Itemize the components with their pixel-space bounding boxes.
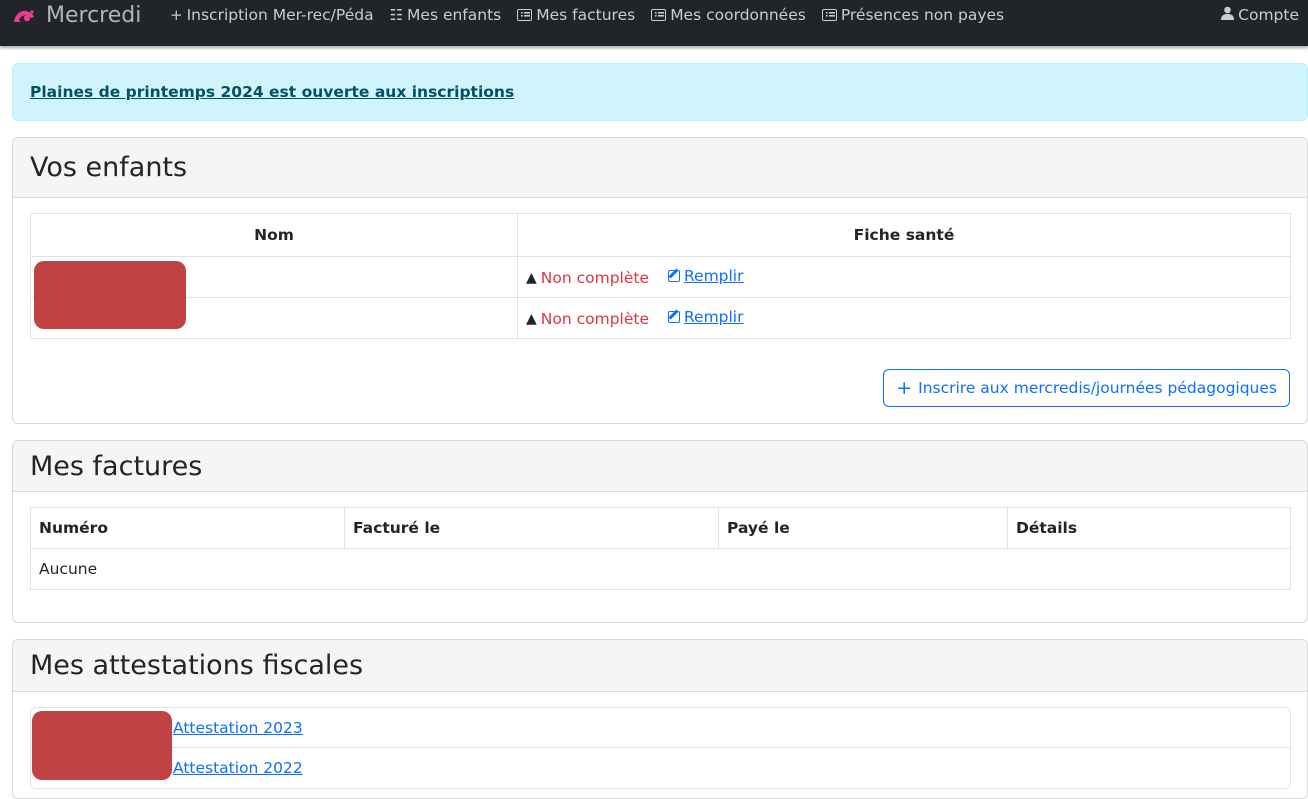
nav-inscription-label: Inscription Mer-rec/Péda xyxy=(186,6,374,24)
attestation-link[interactable]: Attestation 2022 xyxy=(173,759,303,777)
nav-mes-coordonnees[interactable]: Mes coordonnées xyxy=(651,6,806,24)
warning-icon: ▲ xyxy=(526,270,537,286)
col-paye-le: Payé le xyxy=(718,507,1008,549)
col-facture-le: Facturé le xyxy=(344,507,719,549)
invoices-card: Mes factures Numéro Facturé le Payé le D… xyxy=(12,440,1308,623)
col-nom: Nom xyxy=(30,213,518,257)
info-alert: Plaines de printemps 2024 est ouverte au… xyxy=(12,63,1308,121)
status-text: Non complète xyxy=(540,269,650,287)
edit-icon xyxy=(667,270,680,282)
children-card: Vos enfants Nom Fiche santé ▲ Non complè… xyxy=(12,137,1308,424)
children-table: Nom Fiche santé ▲ Non complète Remplir ▲ xyxy=(30,213,1291,339)
top-navbar: Mercredi + Inscription Mer-rec/Péda ☷ Me… xyxy=(0,0,1308,46)
col-details: Détails xyxy=(1007,507,1291,549)
table-row: ▲ Non complète Remplir xyxy=(30,297,1291,339)
nav-mes-enfants-label: Mes enfants xyxy=(407,6,502,24)
nav-presences-non-payes[interactable]: Présences non payes xyxy=(821,6,1005,24)
invoices-table: Numéro Facturé le Payé le Détails Aucune xyxy=(30,507,1291,590)
brand-link[interactable]: Mercredi xyxy=(12,0,141,30)
redacted-names xyxy=(32,711,172,780)
list-icon: ☷ xyxy=(389,5,404,24)
inscrire-label: Inscrire aux mercredis/journées pédagogi… xyxy=(918,379,1277,397)
nav-presences-label: Présences non payes xyxy=(840,6,1005,24)
remplir-label: Remplir xyxy=(683,308,744,326)
alert-link[interactable]: Plaines de printemps 2024 est ouverte au… xyxy=(30,83,514,101)
edit-icon xyxy=(667,311,680,323)
plus-icon: + xyxy=(170,5,183,24)
nav-mes-enfants[interactable]: ☷ Mes enfants xyxy=(390,6,502,24)
warning-icon: ▲ xyxy=(526,311,537,327)
account-label: Compte xyxy=(1238,6,1299,24)
table-list-icon xyxy=(517,9,533,21)
status-text: Non complète xyxy=(540,310,650,328)
nav-mes-coordonnees-label: Mes coordonnées xyxy=(670,6,806,24)
list-item: Attestation 2023 xyxy=(31,708,1290,748)
fiche-sante-cell: ▲ Non complète Remplir xyxy=(517,256,1291,298)
nav-mes-factures[interactable]: Mes factures xyxy=(517,6,635,24)
invoices-card-header: Mes factures xyxy=(13,441,1307,492)
table-row: Aucune xyxy=(30,548,1291,590)
col-numero: Numéro xyxy=(30,507,345,549)
table-list-icon xyxy=(821,9,837,21)
nav-mes-factures-label: Mes factures xyxy=(536,6,636,24)
children-card-header: Vos enfants xyxy=(13,138,1307,198)
invoices-title: Mes factures xyxy=(30,450,203,482)
user-icon xyxy=(1221,6,1235,24)
status-badge: ▲ Non complète xyxy=(526,310,649,328)
children-title: Vos enfants xyxy=(30,152,188,183)
attestations-title: Mes attestations fiscales xyxy=(30,650,364,681)
status-badge: ▲ Non complète xyxy=(526,269,649,287)
fiche-sante-cell: ▲ Non complète Remplir xyxy=(517,297,1291,339)
plus-icon: + xyxy=(896,376,913,399)
account-menu[interactable]: Compte xyxy=(1221,0,1299,30)
attestations-card: Mes attestations fiscales Attestation 20… xyxy=(12,639,1308,799)
brand-name: Mercredi xyxy=(46,2,142,28)
nav-inscription[interactable]: + Inscription Mer-rec/Péda xyxy=(170,6,374,24)
remplir-link[interactable]: Remplir xyxy=(667,267,744,285)
table-list-icon xyxy=(651,9,667,21)
nav-links: + Inscription Mer-rec/Péda ☷ Mes enfants… xyxy=(170,0,1020,30)
attestations-list: Attestation 2023 Attestation 2022 xyxy=(30,707,1291,789)
inscrire-button[interactable]: + Inscrire aux mercredis/journées pédago… xyxy=(883,369,1290,407)
redacted-names xyxy=(34,261,186,329)
remplir-link[interactable]: Remplir xyxy=(667,308,744,326)
empty-row: Aucune xyxy=(30,548,1291,590)
list-item: Attestation 2022 xyxy=(31,748,1290,788)
attestations-card-header: Mes attestations fiscales xyxy=(13,640,1307,692)
remplir-label: Remplir xyxy=(683,267,744,285)
brand-logo-icon xyxy=(12,6,36,24)
col-fiche-sante: Fiche santé xyxy=(517,213,1291,257)
attestation-link[interactable]: Attestation 2023 xyxy=(173,719,303,737)
table-row: ▲ Non complète Remplir xyxy=(30,256,1291,298)
